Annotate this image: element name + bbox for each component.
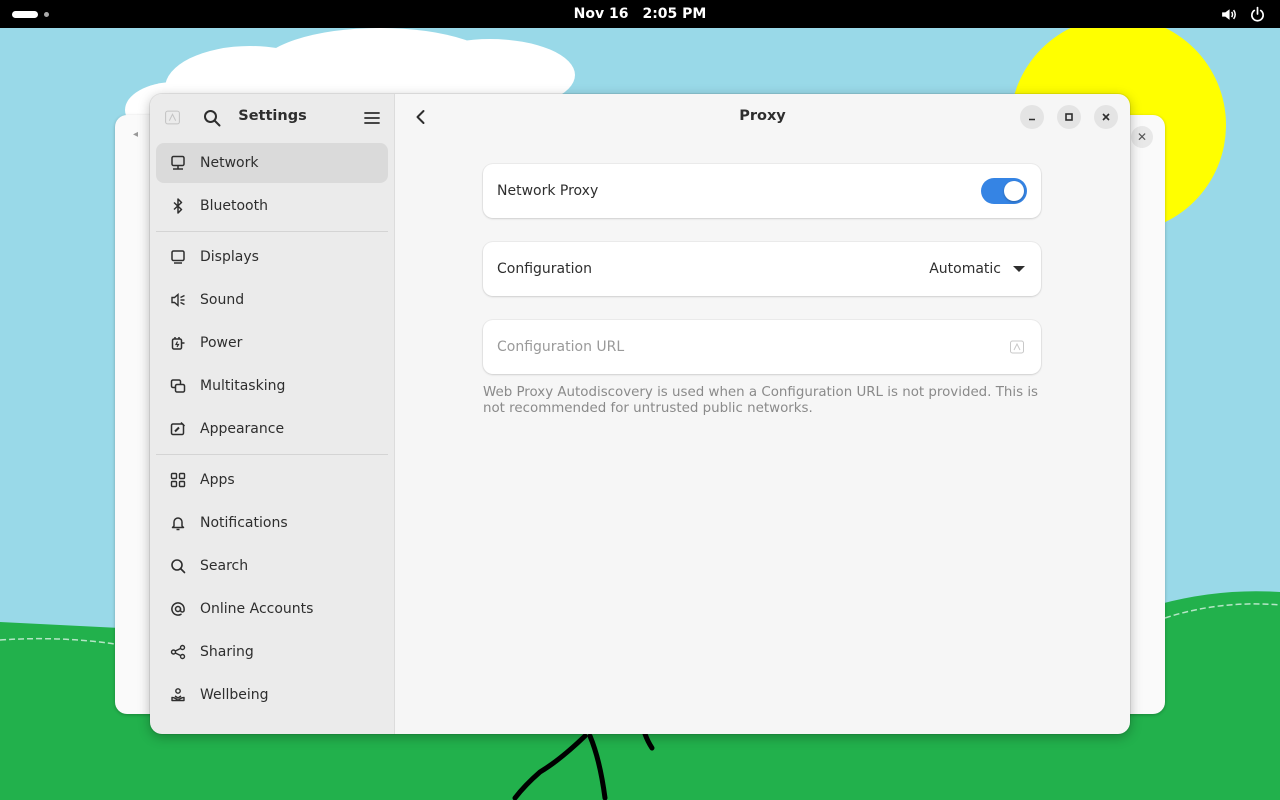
sidebar-item-label: Search	[200, 558, 249, 574]
sidebar-item-apps[interactable]: Apps	[156, 460, 388, 500]
configuration-label: Configuration	[497, 261, 592, 277]
content-header: Proxy	[395, 94, 1130, 140]
network-proxy-row[interactable]: Network Proxy	[483, 164, 1041, 218]
sound-icon	[170, 292, 186, 308]
switch-knob	[1004, 181, 1024, 201]
sidebar-item-label: Sound	[200, 292, 245, 308]
configuration-url-row[interactable]	[483, 320, 1041, 374]
back-window-arrow-icon: ◂	[133, 129, 139, 140]
sidebar-item-label: Apps	[200, 472, 235, 488]
sidebar-title: Settings	[238, 108, 307, 124]
proxy-help-text: Web Proxy Autodiscovery is used when a C…	[483, 385, 1039, 416]
activities-indicator[interactable]	[12, 8, 49, 20]
close-button[interactable]	[1094, 105, 1118, 129]
system-tray[interactable]	[1220, 6, 1266, 23]
sidebar-divider	[156, 454, 388, 455]
bell-icon	[170, 515, 186, 531]
display-icon	[170, 249, 186, 265]
minimize-button[interactable]	[1020, 105, 1044, 129]
sidebar-item-sound[interactable]: Sound	[156, 280, 388, 320]
sidebar-item-label: Displays	[200, 249, 259, 265]
power-plug-icon	[170, 335, 186, 351]
sidebar-item-displays[interactable]: Displays	[156, 237, 388, 277]
sidebar-item-label: Network	[200, 155, 259, 171]
maximize-icon	[1065, 113, 1073, 121]
sidebar-search-button[interactable]	[200, 106, 224, 130]
power-icon[interactable]	[1249, 6, 1266, 23]
clock-time[interactable]: 2:05 PM	[642, 6, 706, 22]
sidebar-divider	[156, 231, 388, 232]
share-icon	[170, 644, 186, 660]
nav-group-connectivity: Network Bluetooth	[150, 143, 394, 226]
sidebar-item-wellbeing[interactable]: Wellbeing	[156, 675, 388, 715]
sidebar-item-search[interactable]: Search	[156, 546, 388, 586]
sidebar-item-notifications[interactable]: Notifications	[156, 503, 388, 543]
network-proxy-label: Network Proxy	[497, 183, 599, 199]
sidebar-item-label: Wellbeing	[200, 687, 269, 703]
settings-app-icon	[164, 109, 181, 126]
content-pane: Proxy Network Proxy Configuration Automa…	[395, 94, 1130, 734]
entry-clear-icon[interactable]	[1009, 339, 1025, 355]
top-bar: Nov 16 2:05 PM	[0, 0, 1280, 28]
sidebar-item-online-accounts[interactable]: Online Accounts	[156, 589, 388, 629]
appearance-icon	[170, 421, 186, 437]
main-menu-button[interactable]	[360, 106, 384, 130]
back-window-close-icon[interactable]: ✕	[1131, 126, 1153, 148]
sidebar-item-label: Multitasking	[200, 378, 286, 394]
sidebar-item-label: Online Accounts	[200, 601, 314, 617]
configuration-url-input[interactable]	[497, 339, 1009, 355]
settings-window: Settings Network Bluetooth Displays Soun…	[150, 94, 1130, 734]
multitasking-icon	[170, 378, 186, 394]
configuration-row[interactable]: Configuration Automatic	[483, 242, 1041, 296]
network-proxy-switch[interactable]	[981, 178, 1027, 204]
network-icon	[170, 155, 186, 171]
workspace-active-indicator	[12, 10, 38, 18]
sidebar-item-appearance[interactable]: Appearance	[156, 409, 388, 449]
close-icon	[1102, 113, 1110, 121]
sidebar-item-label: Appearance	[200, 421, 285, 437]
sidebar-item-network[interactable]: Network	[156, 143, 388, 183]
clock: Nov 16 2:05 PM	[0, 0, 1280, 28]
workspace-dot-indicator	[44, 11, 49, 17]
search-icon	[170, 558, 186, 574]
sidebar-header: Settings	[150, 94, 394, 140]
sidebar-item-bluetooth[interactable]: Bluetooth	[156, 186, 388, 226]
dropdown-arrow-icon	[1013, 266, 1025, 272]
sidebar: Settings Network Bluetooth Displays Soun…	[150, 94, 395, 734]
maximize-button[interactable]	[1057, 105, 1081, 129]
bluetooth-icon	[170, 198, 186, 214]
sidebar-item-label: Sharing	[200, 644, 254, 660]
sidebar-item-multitasking[interactable]: Multitasking	[156, 366, 388, 406]
clock-date[interactable]: Nov 16	[574, 6, 629, 22]
sidebar-item-label: Power	[200, 335, 243, 351]
sidebar-item-label: Notifications	[200, 515, 288, 531]
back-button[interactable]	[409, 105, 433, 129]
volume-icon[interactable]	[1220, 6, 1237, 23]
minimize-icon	[1029, 118, 1035, 121]
configuration-dropdown[interactable]: Automatic	[929, 261, 1027, 277]
nav-group-device: Displays Sound Power Multitasking Appear…	[150, 237, 394, 449]
sidebar-item-power[interactable]: Power	[156, 323, 388, 363]
sidebar-item-sharing[interactable]: Sharing	[156, 632, 388, 672]
nav-group-apps: Apps Notifications Search Online Account…	[150, 460, 394, 715]
configuration-value: Automatic	[929, 261, 1001, 277]
apps-grid-icon	[170, 472, 186, 488]
page-title: Proxy	[739, 108, 786, 124]
sidebar-item-label: Bluetooth	[200, 198, 268, 214]
wellbeing-icon	[170, 687, 186, 703]
at-sign-icon	[170, 601, 186, 617]
